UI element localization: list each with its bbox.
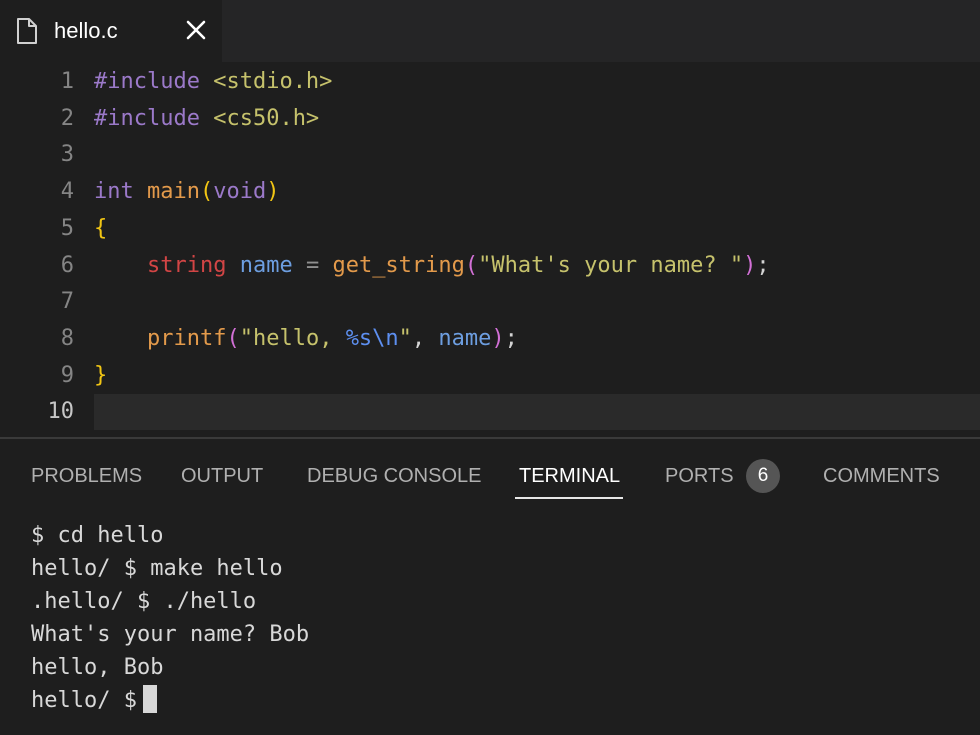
code-token: %s\n [345, 325, 399, 351]
code-token: string [146, 252, 227, 278]
code-text: } [94, 358, 107, 394]
file-icon [17, 18, 37, 44]
code-token: "What's your name? " [478, 252, 744, 278]
tab-comments[interactable]: COMMENTS [823, 461, 940, 491]
code-editor[interactable]: 1 #include <stdio.h> 2 #include <cs50.h> 3 4 i… [0, 62, 980, 438]
code-line[interactable]: 5{ [0, 211, 980, 247]
bottom-panel: PROBLEMS OUTPUT DEBUG CONSOLE TERMINAL P… [0, 439, 980, 735]
tab-hello-c[interactable]: hello.c [0, 0, 222, 62]
ports-count-badge: 6 [746, 459, 780, 493]
line-number: 2 [60, 105, 74, 131]
code-token: printf [146, 325, 227, 351]
terminal-line: What's your name? Bob [31, 622, 310, 647]
code-token: ( [199, 179, 214, 205]
code-token: " [398, 325, 412, 351]
code-token: int [94, 179, 134, 205]
code-text: string name = get_string("What's your na… [94, 248, 770, 284]
code-line[interactable]: 9} [0, 358, 980, 394]
code-text: #include <stdio.h> [94, 64, 332, 100]
code-token: ( [226, 325, 240, 351]
terminal-line: hello, Bob [31, 655, 164, 680]
active-tab-indicator [515, 497, 623, 499]
line-number: 4 [60, 179, 74, 205]
tab-label: hello.c [54, 18, 118, 43]
code-text: printf("hello, %s\n", name); [94, 321, 518, 357]
code-token: ; [756, 252, 770, 278]
code-text: int main(void) [94, 174, 279, 210]
code-line[interactable]: 10 [0, 394, 980, 431]
code-line[interactable]: 7 [0, 284, 980, 320]
code-token: main [147, 179, 200, 205]
line-number: 3 [60, 142, 74, 168]
code-line[interactable]: 8 printf("hello, %s\n", name); [0, 321, 980, 357]
code-token: get_string [332, 252, 465, 278]
code-token: ( [464, 252, 479, 278]
tab-problems[interactable]: PROBLEMS [31, 461, 142, 491]
code-line[interactable]: 4 int main(void) [0, 174, 980, 210]
terminal-line: .hello/ $ ./hello [31, 589, 257, 614]
tab-ports[interactable]: PORTS [665, 461, 734, 491]
code-token: void [213, 179, 267, 205]
tab-terminal[interactable]: TERMINAL [519, 461, 620, 491]
line-number: 7 [60, 289, 74, 315]
code-token: name [438, 325, 492, 351]
code-line[interactable]: 3 [0, 137, 980, 173]
editor-tab-bar: hello.c [0, 0, 980, 62]
terminal-line: $ cd hello [31, 523, 164, 548]
code-token: name [239, 252, 293, 278]
code-token: = [305, 252, 320, 278]
terminal-prompt: hello/ $ [31, 688, 137, 713]
terminal-prompt-line[interactable]: hello/ $ [31, 684, 157, 717]
code-editor-window: hello.c 1 #include <stdio.h> 2 #include <cs… [0, 0, 980, 735]
line-number: 8 [60, 325, 74, 351]
current-line-highlight [94, 394, 980, 431]
terminal-line: hello/ $ make hello [31, 556, 283, 581]
code-text: { [94, 211, 107, 247]
line-number: 5 [60, 215, 74, 241]
tab-output[interactable]: OUTPUT [181, 461, 263, 491]
code-text: #include <cs50.h> [94, 101, 319, 137]
close-icon[interactable] [184, 18, 208, 42]
code-token: #include [94, 105, 200, 131]
code-line[interactable]: 1 #include <stdio.h> [0, 64, 980, 100]
line-number: 10 [47, 399, 75, 425]
code-token: <cs50.h> [213, 105, 320, 131]
code-token: #include [94, 69, 200, 94]
tab-debug-console[interactable]: DEBUG CONSOLE [307, 461, 481, 491]
line-number: 6 [60, 252, 74, 278]
code-token: , [411, 325, 439, 351]
code-token: } [94, 362, 108, 388]
code-line[interactable]: 6 string name = get_string("What's your … [0, 248, 980, 284]
line-number: 1 [60, 69, 74, 94]
code-token: { [94, 215, 108, 241]
code-token: ; [504, 325, 518, 351]
line-number: 9 [60, 362, 74, 388]
terminal-cursor [142, 685, 157, 713]
code-token: "hello, [239, 325, 346, 351]
code-token: ) [491, 325, 505, 351]
code-token: <stdio.h> [213, 69, 333, 94]
code-token: ) [266, 179, 280, 205]
code-token: ) [743, 252, 757, 278]
code-line[interactable]: 2 #include <cs50.h> [0, 101, 980, 137]
